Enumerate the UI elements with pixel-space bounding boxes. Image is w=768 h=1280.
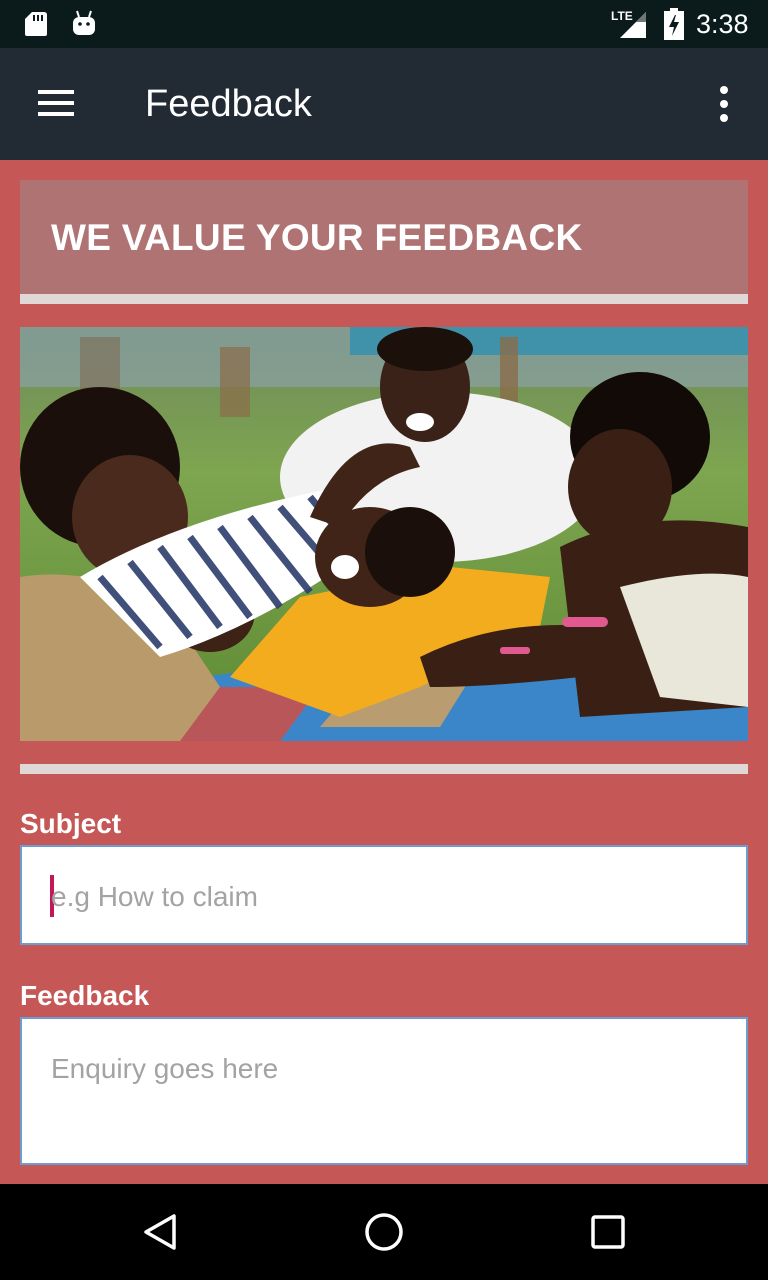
divider-top bbox=[20, 294, 748, 304]
back-icon[interactable] bbox=[136, 1208, 184, 1256]
family-photo bbox=[20, 327, 748, 741]
banner-heading: WE VALUE YOUR FEEDBACK bbox=[51, 217, 583, 258]
android-icon bbox=[73, 10, 95, 35]
system-nav-bar bbox=[0, 1184, 768, 1280]
family-photo-illustration bbox=[20, 327, 748, 741]
sd-card-icon bbox=[25, 12, 47, 36]
subject-label: Subject bbox=[20, 808, 122, 839]
clock: 3:38 bbox=[696, 9, 749, 39]
page-title: Feedback bbox=[145, 83, 312, 125]
feedback-banner: WE VALUE YOUR FEEDBACK bbox=[20, 180, 748, 294]
status-bar: LTE 3:38 bbox=[0, 0, 768, 48]
divider-bottom bbox=[20, 764, 748, 774]
home-icon[interactable] bbox=[360, 1208, 408, 1256]
menu-icon[interactable] bbox=[36, 88, 76, 118]
battery-charging-icon bbox=[664, 8, 684, 40]
feedback-placeholder: Enquiry goes here bbox=[51, 1053, 279, 1084]
feedback-input[interactable]: Enquiry goes here bbox=[20, 1017, 748, 1165]
more-vert-icon[interactable] bbox=[712, 84, 736, 124]
app-bar: Feedback bbox=[0, 48, 768, 160]
subject-placeholder: e.g How to claim bbox=[51, 881, 258, 912]
signal-icon bbox=[620, 12, 646, 38]
recents-icon[interactable] bbox=[584, 1208, 632, 1256]
subject-input[interactable]: e.g How to claim bbox=[20, 845, 748, 945]
feedback-label: Feedback bbox=[20, 980, 150, 1011]
